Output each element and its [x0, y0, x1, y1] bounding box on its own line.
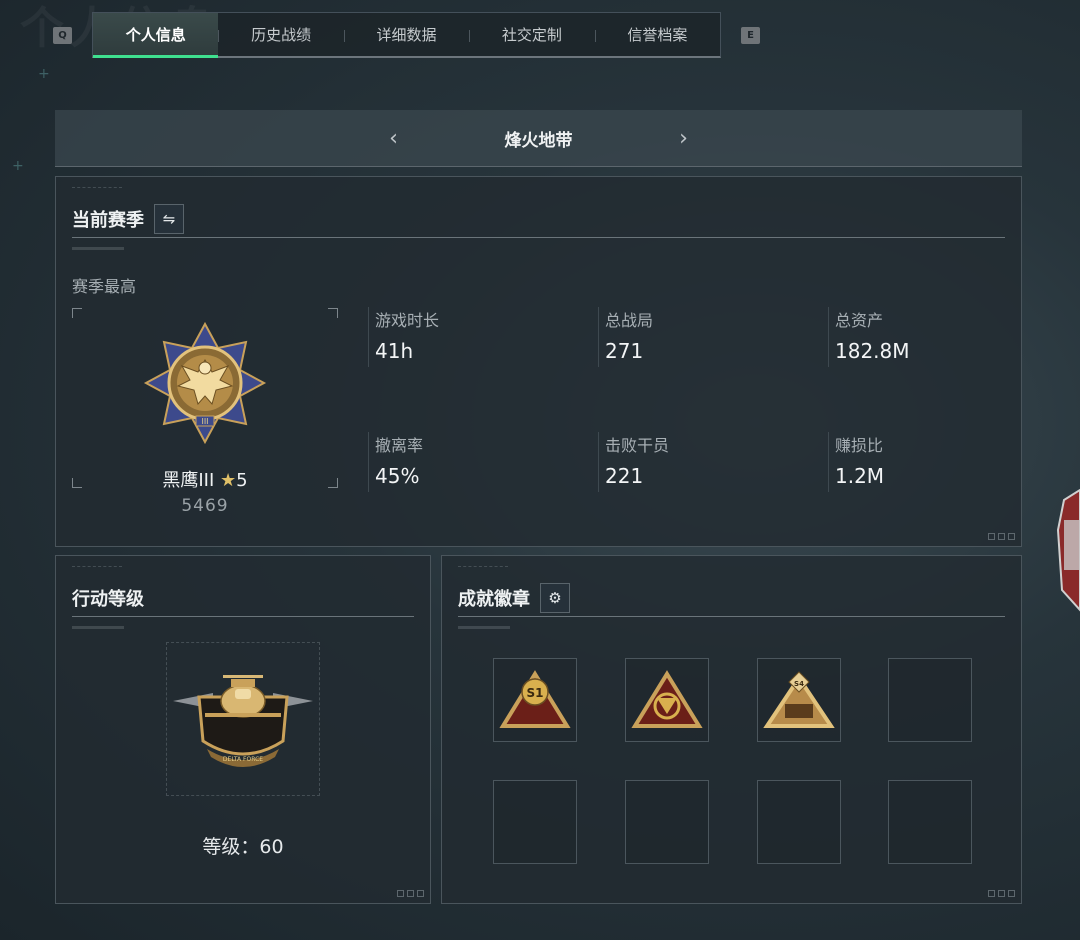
tab-detailed-data[interactable]: 详细数据: [343, 13, 469, 56]
crosshair-deco-icon: +: [38, 66, 50, 82]
stat-profit-ratio: 赚损比 1.2M: [835, 436, 885, 488]
panel-sub-deco: [72, 247, 124, 250]
season-best-label: 赛季最高: [72, 277, 137, 296]
panel-header: 成就徽章 ⚙: [458, 580, 1005, 617]
stat-total-matches: 总战局 271: [605, 311, 654, 363]
badge-slot[interactable]: S1: [493, 658, 577, 742]
mode-selector: ‹ 烽火地带 ›: [55, 110, 1022, 167]
swap-icon[interactable]: ⇋: [154, 204, 184, 234]
panel-tag-deco: [72, 566, 122, 569]
badges-title: 成就徽章: [458, 589, 530, 610]
current-season-panel: 当前赛季 ⇋ 赛季最高 III 黑鹰III ★5 5469 游戏时长 41h 总战: [55, 176, 1022, 547]
tab-personal-info[interactable]: 个人信息: [93, 13, 219, 58]
chevron-right-icon[interactable]: ›: [654, 126, 714, 151]
tab-reputation[interactable]: 信誉档案: [594, 13, 720, 56]
level-emblem-frame[interactable]: DELTA FORCE: [166, 642, 320, 796]
star-icon: ★: [220, 470, 237, 491]
level-title: 行动等级: [72, 589, 144, 610]
level-text: 等级：60: [202, 836, 284, 858]
panel-tag-deco: [72, 187, 122, 190]
badge-slot-empty[interactable]: [888, 780, 972, 864]
badge-slot[interactable]: S4: [757, 658, 841, 742]
badge-slot-empty[interactable]: [625, 780, 709, 864]
corner-deco: [397, 890, 424, 897]
rank-emblem-icon: III: [143, 321, 267, 445]
divider: [828, 432, 829, 492]
svg-text:DELTA FORCE: DELTA FORCE: [223, 756, 263, 763]
badge-slot-empty[interactable]: [757, 780, 841, 864]
stat-total-assets: 总资产 182.8M: [835, 311, 910, 363]
svg-text:S1: S1: [527, 686, 544, 700]
svg-text:S4: S4: [794, 680, 804, 688]
chevron-left-icon[interactable]: ‹: [364, 126, 424, 151]
badge-slot[interactable]: [625, 658, 709, 742]
rank-display[interactable]: III 黑鹰III ★5 5469: [72, 308, 338, 516]
season-title: 当前赛季: [72, 210, 144, 231]
divider: [598, 307, 599, 367]
divider: [598, 432, 599, 492]
tab-social-customize[interactable]: 社交定制: [469, 13, 594, 56]
divider: [368, 432, 369, 492]
panel-sub-deco: [458, 626, 510, 629]
divider: [828, 307, 829, 367]
svg-text:III: III: [201, 417, 208, 426]
corner-deco: [988, 890, 1015, 897]
rank-score: 5469: [181, 496, 229, 516]
stat-play-time: 游戏时长 41h: [375, 311, 440, 363]
crosshair-deco-icon: +: [12, 158, 24, 174]
badge-slot-empty[interactable]: [888, 658, 972, 742]
top-tab-bar: 个人信息 历史战绩 详细数据 社交定制 信誉档案: [92, 12, 721, 58]
prev-tab-key-hint[interactable]: Q: [53, 27, 72, 44]
operation-level-panel: 行动等级 DELTA FORCE 等级：60: [55, 555, 431, 904]
mode-title: 烽火地带: [504, 130, 573, 151]
badge-tactical-icon: [631, 670, 703, 728]
tab-match-history[interactable]: 历史战绩: [218, 13, 343, 56]
panel-tag-deco: [458, 566, 508, 569]
badge-s1-icon: S1: [499, 670, 571, 728]
stat-extract-rate: 撤离率 45%: [375, 436, 424, 488]
character-partial-icon: [1056, 488, 1080, 612]
badge-s4-icon: S4: [763, 671, 835, 728]
rank-name: 黑鹰III ★5: [162, 470, 248, 491]
helicopter-emblem-icon: DELTA FORCE: [173, 675, 313, 767]
next-tab-key-hint[interactable]: E: [741, 27, 760, 44]
panel-sub-deco: [72, 626, 124, 629]
panel-header: 行动等级: [72, 580, 414, 617]
corner-deco: [988, 533, 1015, 540]
panel-header: 当前赛季 ⇋: [72, 201, 1005, 238]
achievement-badges-panel: 成就徽章 ⚙ S1 S4: [441, 555, 1022, 904]
divider: [368, 307, 369, 367]
badge-slot-empty[interactable]: [493, 780, 577, 864]
stat-kills: 击败干员 221: [605, 436, 670, 488]
gear-icon[interactable]: ⚙: [540, 583, 570, 613]
